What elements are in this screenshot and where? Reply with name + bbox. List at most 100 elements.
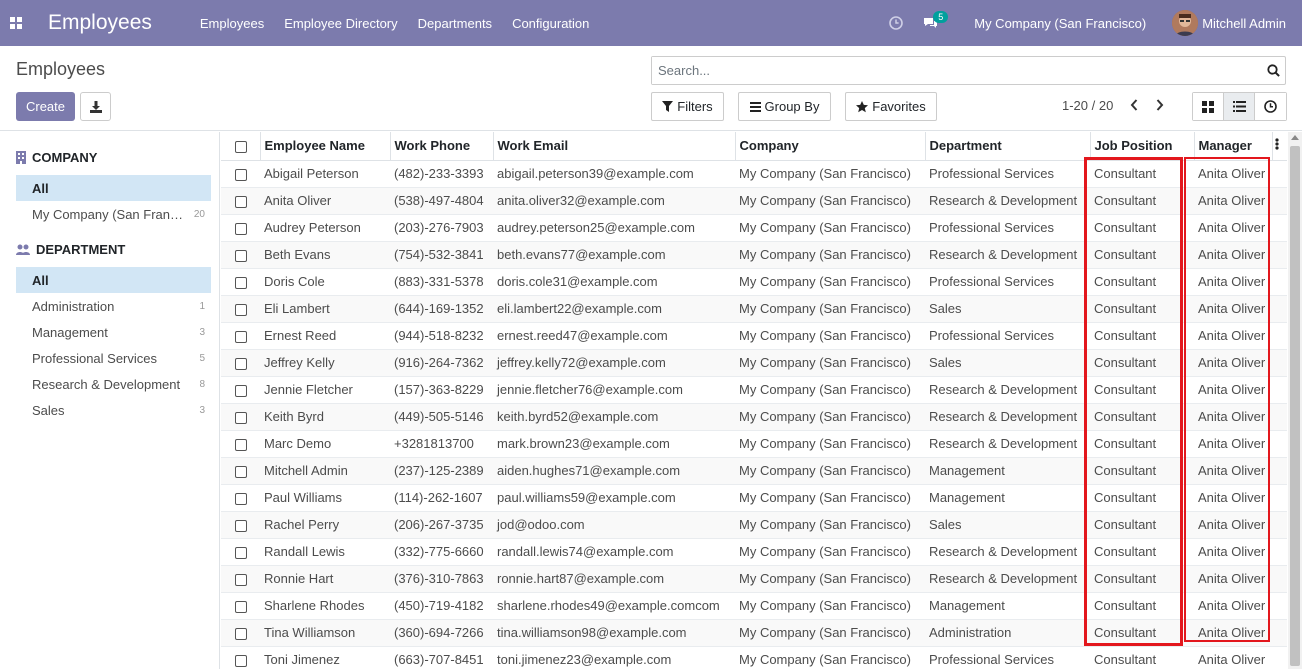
table-row[interactable]: Anita Oliver (538)-497-4804 anita.oliver32… bbox=[221, 187, 1287, 215]
column-header-work-phone[interactable]: Work Phone bbox=[390, 132, 494, 161]
row-select-cell[interactable] bbox=[221, 403, 260, 431]
row-select-cell[interactable] bbox=[221, 295, 260, 323]
kanban-view-button[interactable] bbox=[1193, 93, 1224, 120]
filters-button[interactable]: Filters bbox=[651, 92, 724, 121]
department-filter-all[interactable]: All bbox=[16, 267, 211, 293]
row-checkbox[interactable] bbox=[235, 600, 247, 613]
user-avatar[interactable] bbox=[1172, 10, 1199, 36]
table-row[interactable]: Doris Cole (883)-331-5378 doris.cole31@exa… bbox=[221, 268, 1287, 296]
row-checkbox[interactable] bbox=[235, 330, 247, 343]
row-select-cell[interactable] bbox=[221, 376, 260, 404]
row-checkbox[interactable] bbox=[235, 546, 247, 559]
scroll-up-arrow-icon[interactable] bbox=[1291, 135, 1299, 140]
search-input[interactable] bbox=[652, 57, 1261, 84]
row-checkbox[interactable] bbox=[235, 654, 247, 667]
messaging-menu[interactable]: 5 bbox=[923, 10, 949, 30]
column-header-employee-name[interactable]: Employee Name bbox=[260, 132, 391, 161]
row-select-cell[interactable] bbox=[221, 484, 260, 512]
table-row[interactable]: Tina Williamson (360)-694-7266 tina.willia… bbox=[221, 619, 1287, 647]
row-checkbox[interactable] bbox=[235, 222, 247, 235]
list-view-button[interactable] bbox=[1224, 93, 1255, 120]
row-select-cell[interactable] bbox=[221, 241, 260, 269]
company-filter-my-company[interactable]: My Company (San Francisco) 20 bbox=[16, 201, 211, 227]
row-checkbox[interactable] bbox=[235, 249, 247, 262]
activity-clock-icon[interactable] bbox=[889, 16, 904, 30]
department-filter-research-development[interactable]: Research & Development 8 bbox=[16, 371, 211, 397]
row-checkbox[interactable] bbox=[235, 573, 247, 586]
table-row[interactable]: Jennie Fletcher (157)-363-8229 jennie.flet… bbox=[221, 376, 1287, 404]
row-select-cell[interactable] bbox=[221, 268, 260, 296]
table-row[interactable]: Jeffrey Kelly (916)-264-7362 jeffrey.kelly… bbox=[221, 349, 1287, 377]
table-row[interactable]: Keith Byrd (449)-505-5146 keith.byrd52@exa… bbox=[221, 403, 1287, 431]
row-checkbox[interactable] bbox=[235, 276, 247, 289]
table-row[interactable]: Abigail Peterson (482)-233-3393 abigail.pe… bbox=[221, 160, 1287, 188]
table-row[interactable]: Audrey Peterson (203)-276-7903 audrey.pete… bbox=[221, 214, 1287, 242]
column-header-manager[interactable]: Manager bbox=[1194, 132, 1273, 161]
row-select-cell[interactable] bbox=[221, 322, 260, 350]
menu-departments[interactable]: Departments bbox=[418, 16, 492, 31]
row-select-cell[interactable] bbox=[221, 349, 260, 377]
table-row[interactable]: Sharlene Rhodes (450)-719-4182 sharlene.rh… bbox=[221, 592, 1287, 620]
table-row[interactable]: Eli Lambert (644)-169-1352 eli.lambert22@e… bbox=[221, 295, 1287, 323]
table-row[interactable]: Toni Jimenez (663)-707-8451 toni.jimenez23… bbox=[221, 646, 1287, 669]
column-header-department[interactable]: Department bbox=[925, 132, 1091, 161]
create-button[interactable]: Create bbox=[16, 92, 75, 121]
user-menu[interactable]: Mitchell Admin bbox=[1202, 16, 1286, 31]
table-row[interactable]: Paul Williams (114)-262-1607 paul.williams… bbox=[221, 484, 1287, 512]
table-row[interactable]: Mitchell Admin (237)-125-2389 aiden.hughes… bbox=[221, 457, 1287, 485]
row-checkbox[interactable] bbox=[235, 303, 247, 316]
row-select-cell[interactable] bbox=[221, 565, 260, 593]
row-select-cell[interactable] bbox=[221, 214, 260, 242]
row-checkbox[interactable] bbox=[235, 384, 247, 397]
row-checkbox[interactable] bbox=[235, 438, 247, 451]
menu-employee-directory[interactable]: Employee Directory bbox=[284, 16, 397, 31]
row-checkbox[interactable] bbox=[235, 519, 247, 532]
table-row[interactable]: Rachel Perry (206)-267-3735 jod@odoo.com My… bbox=[221, 511, 1287, 539]
apps-menu-icon[interactable] bbox=[0, 0, 32, 46]
optional-columns-toggle[interactable] bbox=[1272, 132, 1287, 161]
row-checkbox[interactable] bbox=[235, 627, 247, 640]
row-checkbox[interactable] bbox=[235, 492, 247, 505]
list-scrollbar[interactable] bbox=[1288, 132, 1302, 669]
scroll-thumb[interactable] bbox=[1290, 146, 1300, 666]
pager-next-button[interactable] bbox=[1153, 97, 1167, 113]
menu-employees[interactable]: Employees bbox=[200, 16, 264, 31]
row-select-cell[interactable] bbox=[221, 538, 260, 566]
row-checkbox[interactable] bbox=[235, 411, 247, 424]
row-select-cell[interactable] bbox=[221, 187, 260, 215]
company-filter-all[interactable]: All bbox=[16, 175, 211, 201]
column-header-work-email[interactable]: Work Email bbox=[493, 132, 736, 161]
activity-view-button[interactable] bbox=[1255, 93, 1286, 120]
row-checkbox[interactable] bbox=[235, 195, 247, 208]
row-checkbox[interactable] bbox=[235, 465, 247, 478]
row-checkbox[interactable] bbox=[235, 168, 247, 181]
export-button[interactable] bbox=[80, 92, 111, 121]
row-select-cell[interactable] bbox=[221, 619, 260, 647]
department-filter-professional-services[interactable]: Professional Services 5 bbox=[16, 345, 211, 371]
search-icon[interactable] bbox=[1261, 64, 1285, 77]
app-title[interactable]: Employees bbox=[48, 11, 152, 35]
table-row[interactable]: Marc Demo +3281813700 mark.brown23@example… bbox=[221, 430, 1287, 458]
row-select-cell[interactable] bbox=[221, 160, 260, 188]
department-filter-sales[interactable]: Sales 3 bbox=[16, 397, 211, 423]
column-header-job-position[interactable]: Job Position bbox=[1090, 132, 1195, 161]
pager-previous-button[interactable] bbox=[1127, 97, 1141, 113]
row-select-cell[interactable] bbox=[221, 511, 260, 539]
column-header-company[interactable]: Company bbox=[735, 132, 926, 161]
group-by-button[interactable]: Group By bbox=[738, 92, 831, 121]
select-all-checkbox[interactable] bbox=[235, 140, 247, 153]
menu-configuration[interactable]: Configuration bbox=[512, 16, 589, 31]
table-row[interactable]: Ronnie Hart (376)-310-7863 ronnie.hart87@e… bbox=[221, 565, 1287, 593]
row-checkbox[interactable] bbox=[235, 357, 247, 370]
select-all-cell[interactable] bbox=[221, 132, 261, 161]
department-filter-management[interactable]: Management 3 bbox=[16, 319, 211, 345]
department-filter-administration[interactable]: Administration 1 bbox=[16, 293, 211, 319]
row-select-cell[interactable] bbox=[221, 592, 260, 620]
favorites-button[interactable]: Favorites bbox=[845, 92, 937, 121]
pager-value[interactable]: 1-20 / 20 bbox=[1062, 98, 1113, 113]
row-select-cell[interactable] bbox=[221, 646, 260, 669]
row-select-cell[interactable] bbox=[221, 430, 260, 458]
company-switcher[interactable]: My Company (San Francisco) bbox=[974, 16, 1146, 31]
table-row[interactable]: Beth Evans (754)-532-3841 beth.evans77@exa… bbox=[221, 241, 1287, 269]
table-row[interactable]: Randall Lewis (332)-775-6660 randall.lewis… bbox=[221, 538, 1287, 566]
